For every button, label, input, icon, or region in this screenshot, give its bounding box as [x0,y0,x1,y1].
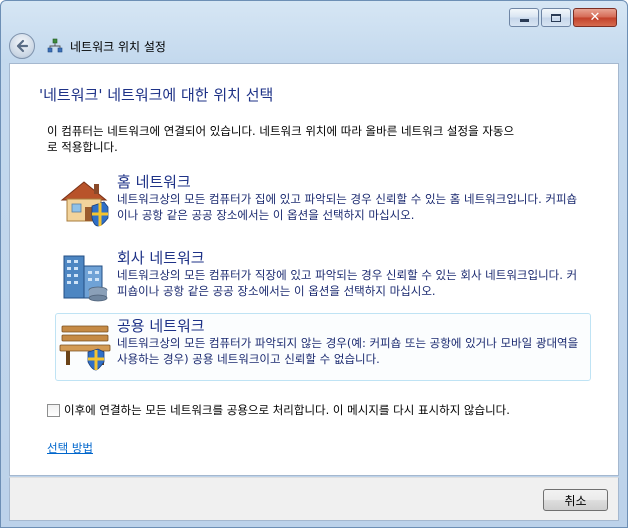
help-link[interactable]: 선택 방법 [47,440,93,456]
maximize-icon [551,13,561,22]
footer-bar: 취소 [9,477,619,521]
option-description: 네트워크상의 모든 컴퓨터가 파악되지 않는 경우(예: 커피숍 또는 공항에 … [117,336,579,366]
back-button[interactable] [9,33,35,59]
network-icon [47,38,63,53]
close-icon: ✕ [589,10,601,25]
navigation-bar: 네트워크 위치 설정 [9,32,166,60]
option-home-network[interactable]: 홈 네트워크 네트워크상의 모든 컴퓨터가 집에 있고 파악되는 경우 신뢰할 … [55,169,591,237]
intro-text: 이 컴퓨터는 네트워크에 연결되어 있습니다. 네트워크 위치에 따라 올바른 … [47,124,515,154]
option-description: 네트워크상의 모든 컴퓨터가 집에 있고 파악되는 경우 신뢰할 수 있는 홈 … [117,192,578,222]
option-public-network[interactable]: 공용 네트워크 네트워크상의 모든 컴퓨터가 파악되지 않는 경우(예: 커피숍… [55,313,591,381]
maximize-button[interactable] [541,8,571,27]
option-work-network[interactable]: 회사 네트워크 네트워크상의 모든 컴퓨터가 직장에 있고 파악되는 경우 신뢰… [55,245,591,313]
office-building-icon [63,255,108,302]
option-title: 홈 네트워크 [117,173,191,191]
treat-all-public-checkbox[interactable] [47,403,60,417]
minimize-icon [519,18,529,22]
caption-buttons: ✕ [507,8,617,27]
park-bench-icon [59,325,111,371]
treat-all-public-checkbox-row[interactable]: 이후에 연결하는 모든 네트워크를 공용으로 처리합니다. 이 메시지를 다시 … [47,402,510,418]
option-description: 네트워크상의 모든 컴퓨터가 직장에 있고 파악되는 경우 신뢰할 수 있는 회… [117,268,578,298]
option-title: 공용 네트워크 [117,317,205,335]
network-location-window: ✕ 네트워크 위치 설정 '네트워크' 네트워크에 대한 위치 선택 이 컴퓨터… [0,0,628,528]
home-icon [60,181,109,227]
minimize-button[interactable] [509,8,539,27]
window-title: 네트워크 위치 설정 [70,39,166,54]
option-title: 회사 네트워크 [117,249,205,267]
back-arrow-icon [16,39,29,53]
checkbox-label: 이후에 연결하는 모든 네트워크를 공용으로 처리합니다. 이 메시지를 다시 … [64,403,510,417]
page-heading: '네트워크' 네트워크에 대한 위치 선택 [39,86,274,104]
close-button[interactable]: ✕ [573,8,617,27]
cancel-button[interactable]: 취소 [543,489,608,511]
